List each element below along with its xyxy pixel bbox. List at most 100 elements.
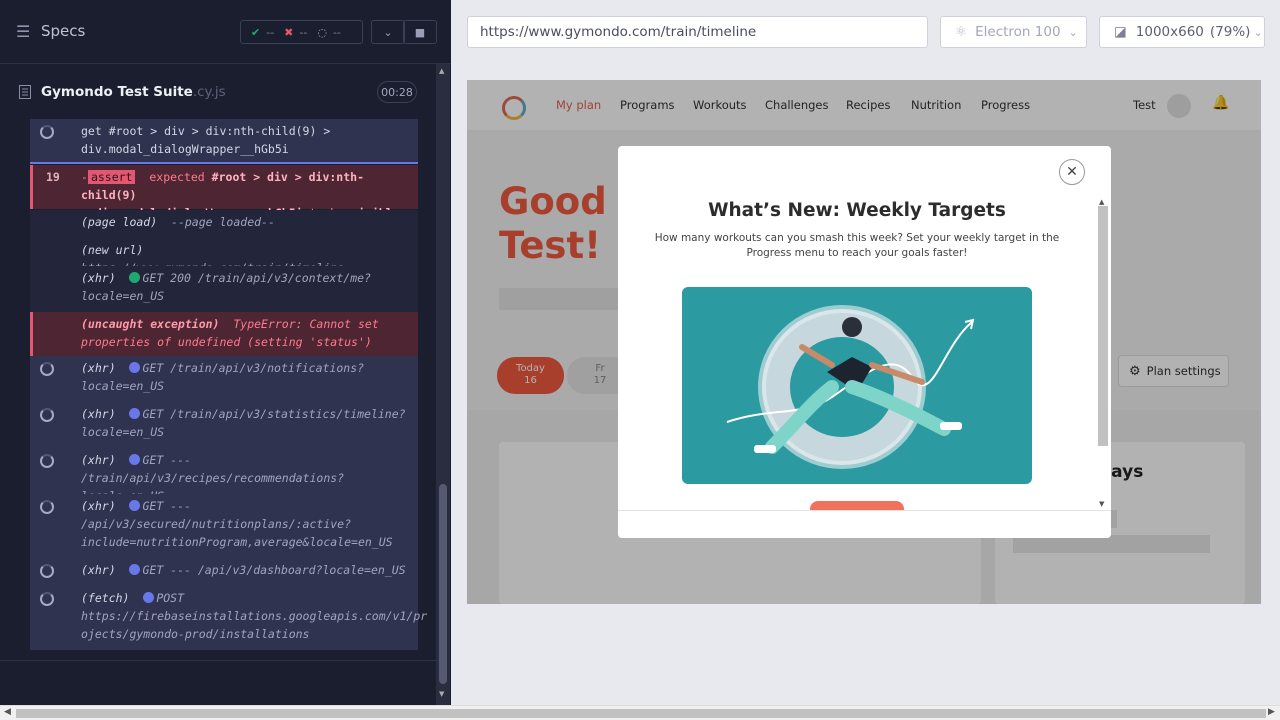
url-bar[interactable]: https://www.gymondo.com/train/timeline <box>467 16 928 48</box>
spinner-icon <box>40 454 54 468</box>
command-name: (xhr) <box>81 499 116 513</box>
x-icon: ✖ <box>284 25 294 39</box>
command-xhr[interactable]: (xhr) GET /train/api/v3/notifications? l… <box>30 356 418 402</box>
command-list: get #root > div > div:nth-child(9) > div… <box>30 119 428 650</box>
scrollbar-thumb[interactable] <box>1098 206 1108 446</box>
status-dot-icon <box>129 454 141 465</box>
modal-scrollbar[interactable]: ▲ ▼ <box>1098 198 1108 510</box>
command-value: /api/v3/secured/nutritionplans/:active? <box>81 517 352 531</box>
ruler-icon: ◪ <box>1114 24 1127 40</box>
whats-new-modal: ✕ What’s New: Weekly Targets How many wo… <box>618 146 1111 538</box>
stop-button[interactable]: ■ <box>403 20 437 44</box>
modal-footer <box>618 510 1111 538</box>
horizontal-scrollbar[interactable]: ◀ ▶ <box>0 705 1280 720</box>
runner-illustration <box>682 287 1032 484</box>
command-assert[interactable]: 19 - assert expected #root > div > div:nt… <box>30 165 418 220</box>
close-icon: ✕ <box>1066 164 1078 180</box>
toggle-auto-scroll-button[interactable]: ⌄ <box>371 20 405 44</box>
command-name: (fetch) <box>81 591 130 605</box>
command-value: https://firebaseinstallations.googleapis… <box>81 609 428 623</box>
scroll-up-icon[interactable]: ▲ <box>1099 198 1104 206</box>
chevron-down-icon: ⌄ <box>1068 25 1078 39</box>
status-dot-icon <box>143 592 155 603</box>
command-text: div.modal_dialogWrapper__hGb5i <box>81 142 289 156</box>
assert-badge: assert <box>87 170 136 184</box>
spinner-icon <box>40 408 54 422</box>
scrollbar-thumb[interactable] <box>16 709 1266 718</box>
specs-label[interactable]: Specs <box>41 22 85 40</box>
command-value: locale=en_US <box>81 289 165 303</box>
app-preview: My plan Programs Workouts Challenges Rec… <box>467 80 1261 604</box>
status-dot-icon <box>129 362 141 373</box>
command-fetch[interactable]: (fetch) POST https://firebaseinstallatio… <box>30 586 428 650</box>
command-xhr[interactable]: (xhr) GET --- /train/api/v3/recipes/reco… <box>30 448 418 503</box>
stop-icon: ■ <box>414 25 426 39</box>
command-name: (page load) <box>81 215 158 229</box>
command-value: include=nutritionProgram,average&locale=… <box>81 535 393 549</box>
status-dot-icon <box>129 564 141 575</box>
command-value: GET --- /api/v3/dashboard?locale=en_US <box>142 563 406 577</box>
command-value: GET /train/api/v3/notifications? <box>142 361 365 375</box>
command-name: (new url) <box>81 243 144 257</box>
specs-bar: ☰ Specs ✔ -- ✖ -- ◌ -- ⌄ ■ <box>0 0 451 64</box>
scroll-down-icon[interactable]: ▼ <box>439 690 444 698</box>
command-log-panel: ☰ Specs ✔ -- ✖ -- ◌ -- ⌄ ■ Gymondo Test … <box>0 0 451 705</box>
browser-select[interactable]: ⚛ Electron 100 ⌄ <box>940 16 1087 48</box>
command-value: locale=en_US <box>81 425 165 439</box>
chevron-down-icon: ⌄ <box>383 25 393 39</box>
error-message: properties of undefined (setting 'status… <box>81 335 372 349</box>
spinner-icon: ◌ <box>317 25 327 39</box>
command-xhr[interactable]: (xhr) GET 200 /train/api/v3/context/me? … <box>30 266 418 312</box>
spinner-icon <box>40 592 54 606</box>
spinner-icon <box>40 500 54 514</box>
command-name: (xhr) <box>81 453 116 467</box>
document-icon <box>19 85 31 99</box>
spinner-icon <box>40 362 54 376</box>
status-dot-icon <box>129 408 141 419</box>
check-icon: ✔ <box>251 25 261 39</box>
chevron-down-icon: ⌄ <box>1253 25 1263 39</box>
modal-body: How many workouts can you smash this wee… <box>654 232 1060 259</box>
command-value: GET 200 /train/api/v3/context/me? <box>142 271 371 285</box>
scroll-right-icon[interactable]: ▶ <box>1268 707 1275 717</box>
close-button[interactable]: ✕ <box>1059 159 1085 185</box>
command-uncaught-exception[interactable]: (uncaught exception) TypeError: Cannot s… <box>30 312 418 356</box>
command-number: 19 <box>46 170 60 184</box>
spinner-icon <box>40 564 54 578</box>
command-value: GET --- <box>142 453 191 467</box>
command-xhr[interactable]: (xhr) GET --- /api/v3/secured/nutritionp… <box>30 494 418 558</box>
suite-title: Gymondo Test Suite.cy.js <box>41 84 226 100</box>
command-page-load[interactable]: (page load) --page loaded-- <box>30 210 418 238</box>
scrollbar-thumb[interactable] <box>439 484 447 684</box>
command-value: POST <box>156 591 185 605</box>
passed-count: -- <box>266 25 275 39</box>
menu-icon[interactable]: ☰ <box>16 24 32 40</box>
command-get[interactable]: get #root > div > div:nth-child(9) > div… <box>30 119 418 164</box>
scroll-left-icon[interactable]: ◀ <box>4 707 11 717</box>
divider <box>0 660 436 661</box>
command-text: get #root > div > div:nth-child(9) > <box>81 124 331 138</box>
status-dot-icon <box>129 500 141 511</box>
electron-icon: ⚛ <box>955 24 968 40</box>
command-xhr[interactable]: (xhr) GET /train/api/v3/statistics/timel… <box>30 402 418 448</box>
scroll-up-icon[interactable]: ▲ <box>439 67 444 75</box>
command-xhr[interactable]: (xhr) GET --- /api/v3/dashboard?locale=e… <box>30 558 418 586</box>
command-log-scrollbar[interactable]: ▲ ▼ <box>436 64 450 705</box>
command-name: (xhr) <box>81 271 116 285</box>
elapsed-timer: 00:28 <box>377 81 417 103</box>
command-name: (uncaught exception) <box>81 317 220 331</box>
command-name: (xhr) <box>81 407 116 421</box>
assert-prefix: - <box>81 170 88 184</box>
pending-count: -- <box>332 25 341 39</box>
failed-count: -- <box>299 25 308 39</box>
command-value: ojects/gymondo-prod/installations <box>81 627 310 641</box>
viewport-select[interactable]: ◪ 1000x660 (79%) ⌄ <box>1099 16 1265 48</box>
suite-header[interactable]: Gymondo Test Suite.cy.js 00:28 <box>0 64 434 119</box>
command-new-url[interactable]: (new url) https://www.gymondo.com/train/… <box>30 238 418 275</box>
command-value: GET --- <box>142 499 191 513</box>
assert-expected: expected <box>149 170 205 184</box>
command-name: (xhr) <box>81 563 116 577</box>
command-value: --page loaded-- <box>171 215 275 229</box>
scroll-down-icon[interactable]: ▼ <box>1099 500 1104 508</box>
spinner-icon <box>40 125 54 139</box>
